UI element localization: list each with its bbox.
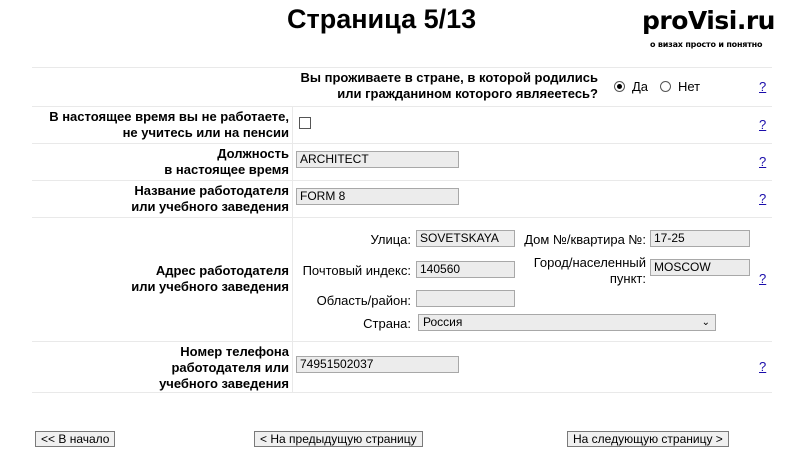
unemployed-label: В настоящее время вы не работаете, не уч… [49, 109, 289, 140]
street-label: Улица: [370, 232, 411, 247]
next-page-button[interactable]: На следующую страницу > [567, 431, 729, 447]
region-label: Область/район: [316, 293, 411, 308]
row-divider [32, 143, 772, 144]
page-title: Страница 5/13 [287, 4, 477, 34]
employer-input[interactable]: FORM 8 [296, 188, 459, 205]
country-select[interactable]: Россия ⌄ [418, 314, 716, 331]
phone-input[interactable]: 74951502037 [296, 356, 459, 373]
unemployed-checkbox[interactable] [299, 117, 311, 129]
position-label: Должность в настоящее время [164, 146, 289, 177]
help-link-residence[interactable]: ? [759, 79, 766, 94]
zip-label: Почтовый индекс: [302, 263, 411, 278]
help-link-address[interactable]: ? [759, 271, 766, 286]
employer-label: Название работодателя или учебного завед… [131, 183, 289, 214]
row-divider [32, 67, 772, 68]
country-label: Страна: [363, 316, 411, 331]
residence-no-label: Нет [678, 79, 701, 94]
row-divider [32, 180, 772, 181]
residence-yes-label: Да [632, 79, 649, 94]
help-link-employer[interactable]: ? [759, 191, 766, 206]
city-input[interactable]: MOSCOW [650, 259, 750, 276]
phone-label: Номер телефона работодателя или учебного… [159, 344, 289, 391]
row-divider [32, 217, 772, 218]
zip-input[interactable]: 140560 [416, 261, 515, 278]
row-divider [32, 341, 772, 342]
prev-page-button[interactable]: < На предыдущую страницу [254, 431, 423, 447]
house-label: Дом №/квартира №: [524, 232, 646, 247]
address-label: Адрес работодателя или учебного заведени… [131, 263, 289, 294]
residence-yes-radio[interactable] [614, 81, 625, 92]
position-input[interactable]: ARCHITECT [296, 151, 459, 168]
logo-tagline: о визах просто и понятно [650, 40, 763, 49]
residence-no-radio[interactable] [660, 81, 671, 92]
region-input[interactable] [416, 290, 515, 307]
column-divider [292, 106, 293, 392]
city-label: Город/населенный пункт: [533, 255, 646, 286]
start-button[interactable]: << В начало [35, 431, 116, 447]
logo-brand: proVisi.ru [642, 6, 775, 35]
site-logo: proVisi.ru о визах просто и понятно [642, 6, 792, 49]
row-divider [32, 392, 772, 393]
chevron-down-icon: ⌄ [701, 317, 710, 328]
row-divider [32, 106, 772, 107]
help-link-position[interactable]: ? [759, 154, 766, 169]
street-input[interactable]: SOVETSKAYA [416, 230, 515, 247]
country-selected-value: Россия [423, 315, 463, 329]
help-link-unemployed[interactable]: ? [759, 117, 766, 132]
house-input[interactable]: 17-25 [650, 230, 750, 247]
residence-question-label: Вы проживаете в стране, в которой родили… [300, 70, 598, 101]
help-link-phone[interactable]: ? [759, 359, 766, 374]
